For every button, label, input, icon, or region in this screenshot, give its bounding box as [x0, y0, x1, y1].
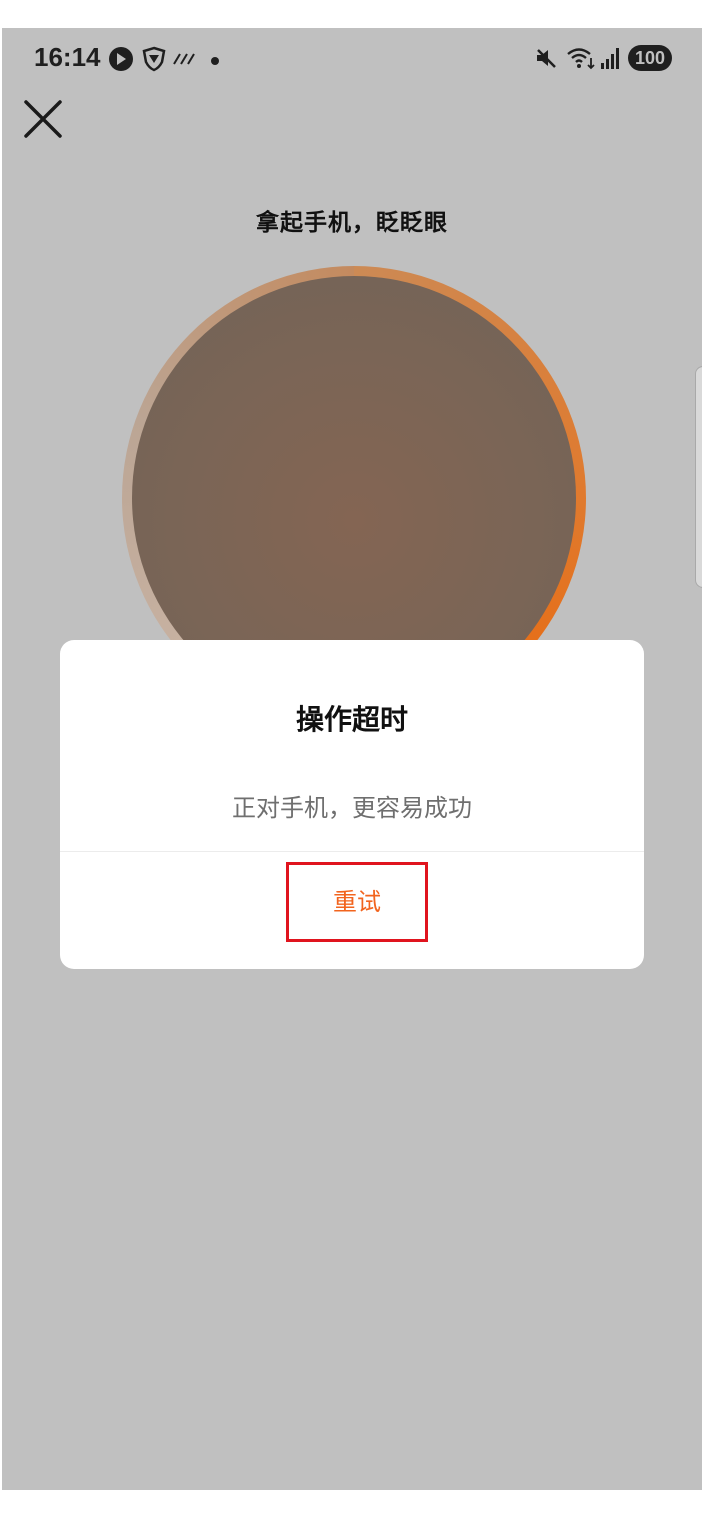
status-time: 16:14: [34, 42, 101, 72]
status-bar: 16:14 100: [2, 28, 702, 92]
timeout-dialog: 操作超时 正对手机，更容易成功 重试: [60, 640, 644, 969]
dot-icon: [211, 57, 219, 65]
wifi-icon: [567, 48, 595, 70]
dialog-divider: [60, 851, 644, 852]
dialog-message: 正对手机，更容易成功: [232, 794, 472, 822]
close-icon[interactable]: [22, 98, 64, 140]
shield-icon: [142, 46, 166, 72]
retry-button[interactable]: 重试: [286, 862, 428, 942]
page-title: 拿起手机，眨眨眼: [256, 210, 448, 236]
signal-icon: [601, 48, 619, 69]
mute-icon: [537, 49, 556, 68]
dialog-title: 操作超时: [295, 703, 408, 736]
no-sim-icon: [173, 53, 195, 65]
vpn-icon: [109, 47, 133, 71]
screen: 16:14 100 拿起手机，眨眨眼 操作超时 正对手机，更容易成功 重试: [2, 28, 702, 1490]
battery-icon: 100: [628, 45, 672, 71]
edge-handle[interactable]: [695, 366, 702, 588]
